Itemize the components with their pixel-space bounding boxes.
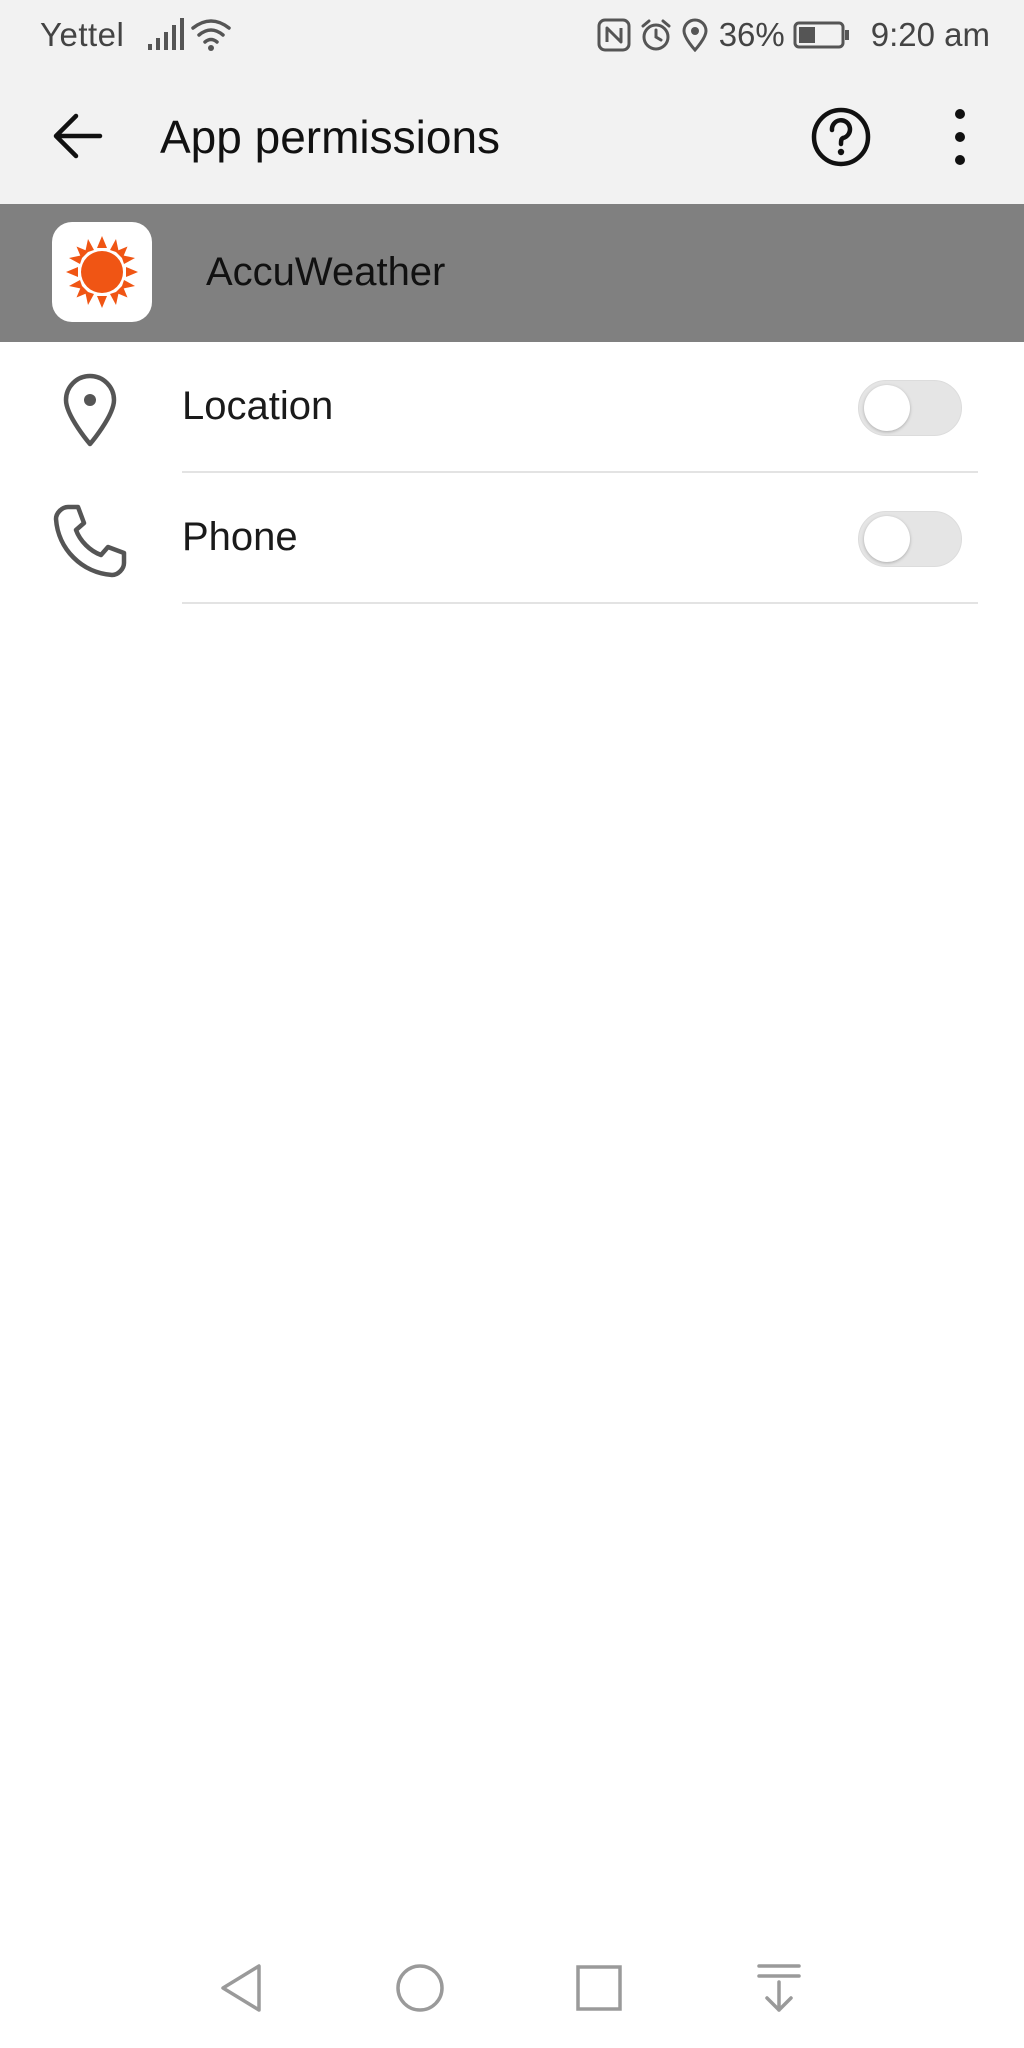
back-triangle-icon[interactable] (213, 1958, 273, 2018)
app-header: AccuWeather (0, 204, 1024, 342)
toggle-knob (864, 385, 910, 431)
battery-percent: 36% (718, 16, 785, 53)
battery-icon (793, 21, 849, 49)
alarm-icon (641, 19, 671, 51)
location-pin-icon (63, 373, 117, 447)
notification-pulldown-icon[interactable] (749, 1958, 809, 2018)
app-logo (52, 222, 152, 322)
phone-toggle[interactable] (858, 511, 962, 567)
navigation-bar (0, 1930, 1024, 2048)
divider (182, 602, 978, 604)
permission-row-phone[interactable]: Phone (0, 473, 1024, 604)
recents-square-icon[interactable] (569, 1958, 629, 2018)
permission-label-location: Location (182, 384, 334, 428)
phone-icon (53, 504, 127, 578)
help-circle-icon[interactable] (810, 106, 872, 168)
status-icons: 36% 9:20 am (597, 14, 990, 56)
page-title: App permissions (160, 111, 501, 163)
accuweather-sun-logo (66, 236, 138, 308)
signal-icon (148, 18, 184, 50)
carrier-name: Yettel (40, 16, 125, 53)
clock-time: 9:20 am (870, 16, 990, 53)
nfc-icon (597, 18, 631, 52)
home-circle-icon[interactable] (390, 1958, 450, 2018)
app-bar: App permissions (0, 72, 1024, 204)
more-vertical-icon[interactable] (940, 102, 980, 172)
permission-label-phone: Phone (182, 515, 298, 559)
permission-row-location[interactable]: Location (0, 342, 1024, 473)
status-bar: Yettel 36% 9:20 am (0, 0, 1024, 72)
location-toggle[interactable] (858, 380, 962, 436)
arrow-left-icon[interactable] (48, 106, 108, 166)
app-name: AccuWeather (206, 250, 446, 294)
location-icon (682, 18, 708, 52)
wifi-icon (191, 19, 231, 51)
toggle-knob (864, 516, 910, 562)
